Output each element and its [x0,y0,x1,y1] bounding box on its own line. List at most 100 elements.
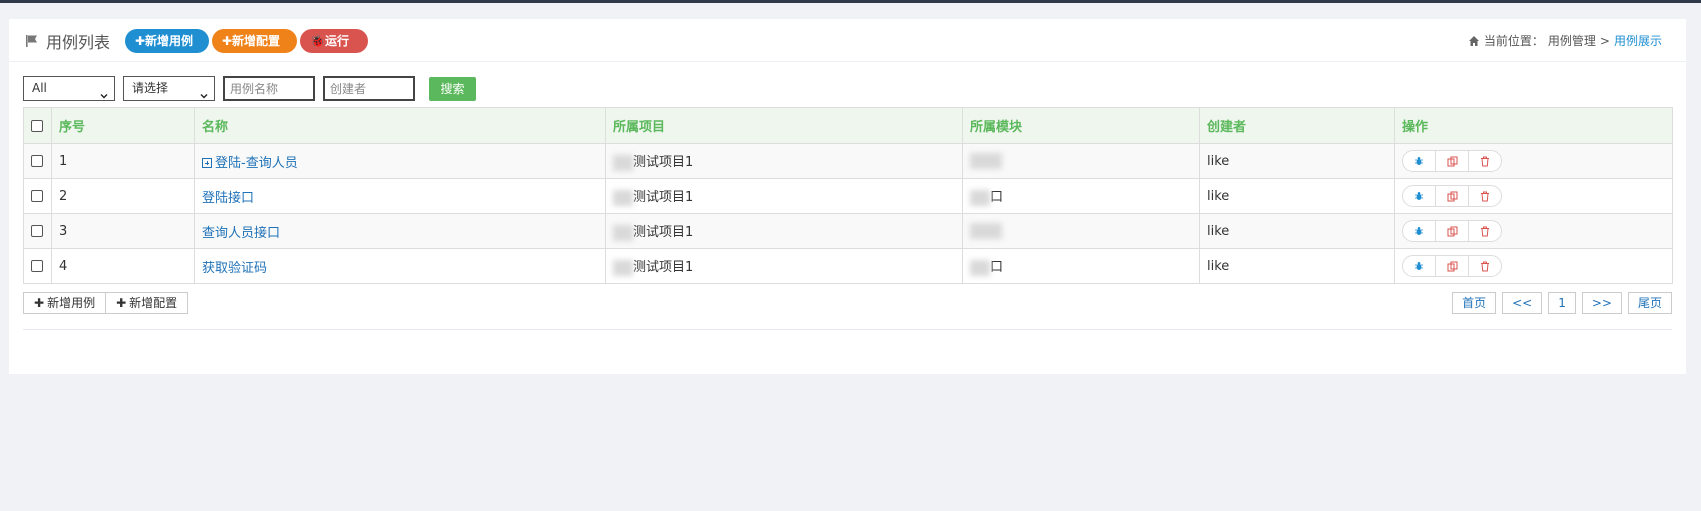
delete-button[interactable] [1469,221,1501,241]
creator-input[interactable] [323,76,415,101]
creator-name: like [1199,248,1395,284]
delete-button[interactable] [1469,186,1501,206]
project-name: 测试项目1 [633,260,694,276]
add-case-button[interactable]: ✚新增用例 [125,29,209,53]
row-actions [1402,255,1502,277]
expand-icon[interactable] [202,157,212,168]
copy-icon [1447,261,1457,271]
trash-icon [1481,156,1489,166]
column-header-index: 序号 [51,107,195,144]
copy-button[interactable] [1436,256,1469,276]
case-table: 序号 名称 所属项目 所属模块 创建者 操作 1 登陆-查询人员 测试项目1 l… [23,107,1673,284]
select-all-cell [23,107,52,144]
bug-icon [1415,192,1423,200]
chevron-down-icon [100,85,108,99]
add-config-button[interactable]: ✚新增配置 [212,29,297,53]
redacted-text [613,189,633,206]
top-border [0,0,1701,3]
case-name-link[interactable]: 查询人员接口 [202,226,280,241]
chevron-down-icon [200,85,208,99]
creator-name: like [1199,143,1395,179]
row-index: 4 [51,248,195,284]
trash-icon [1481,226,1489,236]
redacted-text [613,154,633,171]
page-title: 用例列表 [24,29,110,53]
row-actions [1402,220,1502,242]
redacted-text [613,259,633,276]
module-name: 口 [990,190,1004,206]
table-row: 1 登陆-查询人员 测试项目1 like [23,143,1673,179]
plus-icon: ✚ [116,296,127,310]
project-name: 测试项目1 [633,190,694,206]
delete-button[interactable] [1469,256,1501,276]
trash-icon [1481,191,1489,201]
table-row: 2 登陆接口 测试项目1 口 like [23,178,1673,214]
bottom-actions: ✚ 新增用例 ✚ 新增配置 [23,292,189,314]
row-checkbox[interactable] [31,155,43,167]
case-name-input[interactable] [223,76,315,101]
creator-name: like [1199,213,1395,249]
table-header-row: 序号 名称 所属项目 所属模块 创建者 操作 [23,107,1673,144]
page-title-text: 用例列表 [46,33,111,52]
select-all-checkbox[interactable] [31,119,43,132]
debug-button[interactable] [1403,186,1436,206]
module-select[interactable]: 请选择 [123,76,215,101]
row-checkbox[interactable] [31,190,43,202]
page-number-button[interactable]: 1 [1548,292,1576,314]
run-button[interactable]: 🐞运行 [300,29,368,53]
main-panel: 用例列表 ✚新增用例 ✚新增配置 🐞运行 当前位置： 用例管理 > 用例展示 A… [9,19,1686,374]
row-actions [1402,150,1502,172]
breadcrumb: 当前位置： 用例管理 > 用例展示 [1468,32,1662,49]
delete-button[interactable] [1469,151,1501,171]
breadcrumb-section[interactable]: 用例管理 [1548,32,1596,49]
copy-button[interactable] [1436,186,1469,206]
debug-button[interactable] [1403,151,1436,171]
debug-button[interactable] [1403,221,1436,241]
redacted-text [970,223,1002,239]
module-select-value: 请选择 [132,81,169,95]
case-name: 登陆-查询人员 [215,155,298,171]
trash-icon [1481,261,1489,271]
case-name-link[interactable]: 获取验证码 [202,261,267,276]
project-select-value: All [32,81,47,95]
breadcrumb-label: 当前位置： [1483,34,1544,48]
case-name-link[interactable]: 登陆-查询人员 [202,156,298,171]
copy-button[interactable] [1436,221,1469,241]
next-page-button[interactable]: >> [1581,292,1622,314]
copy-button[interactable] [1436,151,1469,171]
redacted-text [970,153,1002,169]
last-page-button[interactable]: 尾页 [1627,292,1672,314]
project-name: 测试项目1 [633,155,694,171]
divider [23,329,1672,330]
breadcrumb-current[interactable]: 用例展示 [1614,32,1662,49]
table-row: 4 获取验证码 测试项目1 口 like [23,248,1673,284]
search-button[interactable]: 搜索 [429,77,476,101]
row-actions [1402,185,1502,207]
redacted-text [970,189,990,206]
copy-icon [1447,226,1457,236]
bottom-add-config-button[interactable]: ✚ 新增配置 [106,292,189,314]
bottom-add-case-label: 新增用例 [47,296,96,310]
row-checkbox[interactable] [31,260,43,272]
table-row: 3 查询人员接口 测试项目1 like [23,213,1673,249]
home-icon [1468,35,1480,47]
row-index: 3 [51,213,195,249]
bottom-add-case-button[interactable]: ✚ 新增用例 [23,292,107,314]
debug-button[interactable] [1403,256,1436,276]
first-page-button[interactable]: 首页 [1452,292,1497,314]
copy-icon [1447,156,1457,166]
column-header-creator: 创建者 [1199,107,1395,144]
bottom-add-config-label: 新增配置 [129,296,178,310]
plus-icon: ✚ [34,296,45,310]
prev-page-button[interactable]: << [1502,292,1543,314]
project-name: 测试项目1 [633,225,694,241]
row-checkbox[interactable] [31,225,43,237]
panel-header: 用例列表 ✚新增用例 ✚新增配置 🐞运行 当前位置： 用例管理 > 用例展示 [9,19,1686,62]
breadcrumb-separator: > [1599,33,1610,48]
column-header-project: 所属项目 [605,107,963,144]
copy-icon [1447,191,1457,201]
case-name-link[interactable]: 登陆接口 [202,191,254,206]
pagination: 首页 << 1 >> 尾页 [1452,292,1672,314]
module-name: 口 [990,260,1004,276]
project-select[interactable]: All [23,76,115,101]
